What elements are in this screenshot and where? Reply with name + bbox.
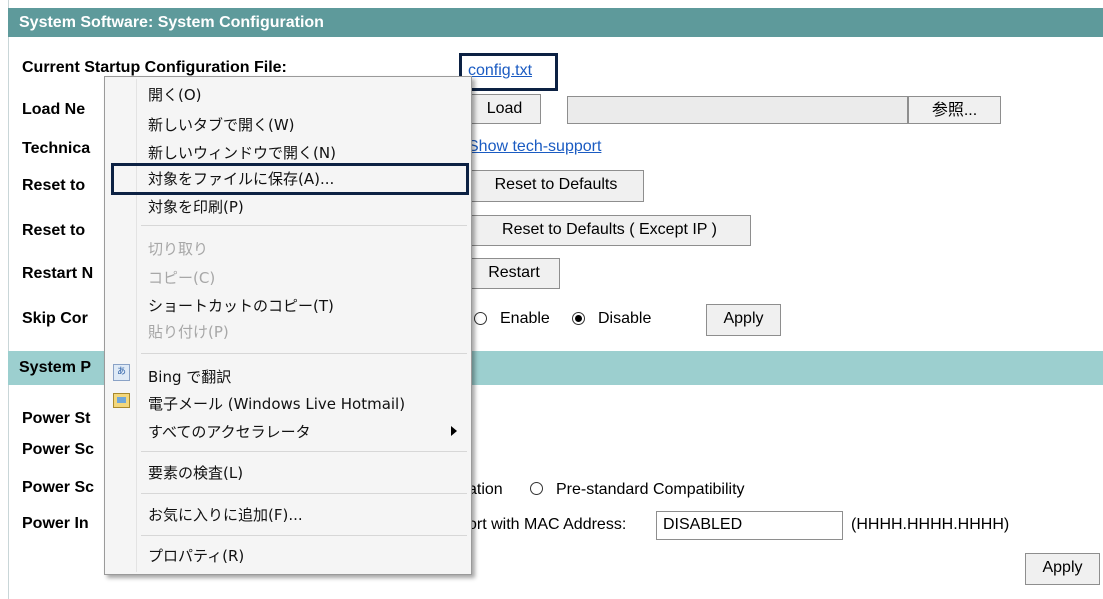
menu-item-add-favorites[interactable]: お気に入りに追加(F)... bbox=[148, 504, 303, 525]
file-path-input[interactable] bbox=[567, 96, 908, 124]
menu-item-email-hotmail[interactable]: 電子メール (Windows Live Hotmail) bbox=[148, 393, 405, 414]
mac-address-label: ort with MAC Address: bbox=[468, 516, 627, 533]
menu-separator bbox=[141, 493, 467, 494]
label-power-in: Power In bbox=[22, 515, 89, 532]
label-power-sc-1: Power Sc bbox=[22, 441, 95, 458]
load-button[interactable]: Load bbox=[468, 94, 541, 124]
label-power-st: Power St bbox=[22, 410, 91, 427]
browse-button[interactable]: 参照... bbox=[908, 96, 1001, 124]
menu-separator bbox=[141, 535, 467, 536]
skip-enable-label: Enable bbox=[500, 310, 550, 327]
reset-to-defaults-button[interactable]: Reset to Defaults bbox=[468, 170, 644, 202]
save-target-highlight-box bbox=[111, 163, 469, 195]
menu-item-open[interactable]: 開く(O) bbox=[148, 84, 202, 105]
show-tech-support-link[interactable]: Show tech-support bbox=[468, 138, 601, 156]
menu-item-cut[interactable]: 切り取り bbox=[148, 238, 208, 259]
menu-item-bing-translate[interactable]: Bing で翻訳 bbox=[148, 366, 231, 387]
section-header-system-configuration: System Software: System Configuration bbox=[8, 8, 1103, 37]
label-load-new: Load Ne bbox=[22, 101, 86, 118]
email-icon bbox=[113, 393, 130, 408]
label-reset-to-defaults: Reset to bbox=[22, 177, 86, 194]
submenu-arrow-icon bbox=[451, 426, 457, 436]
menu-icon-gutter bbox=[136, 79, 137, 572]
menu-separator bbox=[141, 225, 467, 226]
skip-disable-radio[interactable] bbox=[572, 312, 585, 325]
mac-format-hint: (HHHH.HHHH.HHHH) bbox=[851, 516, 1010, 533]
skip-enable-radio[interactable] bbox=[474, 312, 487, 325]
menu-item-copy[interactable]: コピー(C) bbox=[148, 267, 215, 288]
menu-item-print-target[interactable]: 対象を印刷(P) bbox=[148, 196, 244, 217]
menu-separator bbox=[141, 451, 467, 452]
restart-button[interactable]: Restart bbox=[468, 258, 560, 289]
compat-option-partial-label: ation bbox=[468, 481, 503, 498]
menu-item-paste[interactable]: 貼り付け(P) bbox=[148, 321, 229, 342]
menu-item-open-new-tab[interactable]: 新しいタブで開く(W) bbox=[148, 114, 295, 135]
menu-item-copy-shortcut[interactable]: ショートカットのコピー(T) bbox=[148, 295, 334, 316]
prestandard-label: Pre-standard Compatibility bbox=[556, 481, 745, 498]
label-reset-to-defaults-except-ip: Reset to bbox=[22, 222, 86, 239]
reset-to-defaults-except-ip-button[interactable]: Reset to Defaults ( Except IP ) bbox=[468, 215, 751, 246]
apply-button-power[interactable]: Apply bbox=[1025, 553, 1100, 585]
menu-item-properties[interactable]: プロパティ(R) bbox=[148, 545, 244, 566]
label-skip: Skip Cor bbox=[22, 310, 88, 327]
label-power-sc-2: Power Sc bbox=[22, 479, 95, 496]
label-technical: Technica bbox=[22, 140, 91, 157]
prestandard-radio[interactable] bbox=[530, 482, 543, 495]
menu-item-all-accelerators[interactable]: すべてのアクセラレータ bbox=[148, 421, 311, 442]
apply-button-skip[interactable]: Apply bbox=[706, 304, 781, 336]
bing-translate-icon: あ bbox=[113, 364, 130, 381]
config-file-link[interactable]: config.txt bbox=[468, 62, 532, 80]
skip-disable-label: Disable bbox=[598, 310, 652, 327]
menu-item-inspect-element[interactable]: 要素の検査(L) bbox=[148, 462, 243, 483]
label-current-startup-config: Current Startup Configuration File: bbox=[22, 59, 287, 76]
mac-address-input[interactable]: DISABLED bbox=[656, 511, 843, 540]
context-menu: 開く(O) 新しいタブで開く(W) 新しいウィンドウで開く(N) 対象をファイル… bbox=[104, 76, 472, 575]
menu-item-open-new-window[interactable]: 新しいウィンドウで開く(N) bbox=[148, 142, 336, 163]
menu-separator bbox=[141, 353, 467, 354]
label-restart: Restart N bbox=[22, 265, 94, 282]
